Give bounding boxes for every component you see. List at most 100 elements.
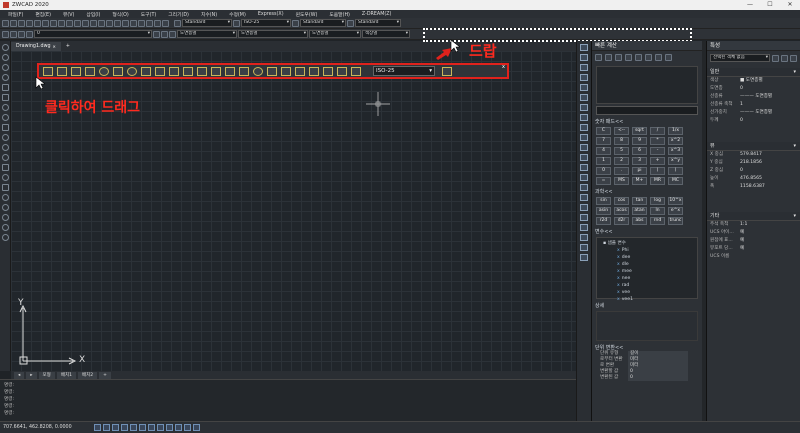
calc-key[interactable]: .	[614, 167, 629, 175]
properties-icon[interactable]	[130, 19, 137, 27]
text-icon[interactable]	[2, 154, 9, 161]
zoom-previous-icon[interactable]	[122, 19, 129, 27]
jogged-dim-icon[interactable]	[113, 66, 123, 76]
calc-key[interactable]: 6	[632, 147, 647, 155]
menu-item[interactable]: 파일(F)	[2, 11, 29, 18]
calc-key[interactable]: *	[650, 137, 665, 145]
property-row[interactable]: 높이 476.8565	[707, 175, 800, 183]
undo-icon[interactable]	[82, 19, 89, 27]
layout-tab[interactable]: 배치1	[56, 371, 76, 379]
color-select[interactable]: 도면층별	[177, 30, 237, 38]
calc-key[interactable]: sqrt	[632, 127, 647, 135]
calc-key[interactable]: x^3	[668, 147, 683, 155]
model-space-icon[interactable]	[174, 424, 182, 431]
history-icon[interactable]	[605, 54, 612, 61]
extend-icon[interactable]	[580, 144, 588, 151]
close-button[interactable]: ✕	[780, 0, 800, 10]
publish-icon[interactable]	[42, 19, 49, 27]
variables-header[interactable]: 변수<<	[592, 228, 702, 235]
calc-key[interactable]: +	[650, 157, 665, 165]
variable-item[interactable]: x mee	[597, 268, 697, 275]
calc-key[interactable]: x^y	[668, 157, 683, 165]
baseline-dim-icon[interactable]	[169, 66, 179, 76]
boundary-icon[interactable]	[2, 224, 9, 231]
fillet-icon[interactable]	[580, 184, 588, 191]
lineweight-icon[interactable]	[147, 424, 155, 431]
aligned-dim-icon[interactable]	[57, 66, 67, 76]
radius-dim-icon[interactable]	[99, 66, 109, 76]
calc-key[interactable]: 5	[614, 147, 629, 155]
edit-hatch-icon[interactable]	[580, 234, 588, 241]
menu-item[interactable]: 도움말(H)	[323, 11, 356, 18]
donut-icon[interactable]	[2, 214, 9, 221]
layout-tab[interactable]: 모형	[38, 371, 55, 379]
property-group-header[interactable]: 뷰	[707, 142, 800, 151]
calc-key[interactable]: /	[650, 127, 665, 135]
copy-icon[interactable]	[580, 54, 588, 61]
maximize-button[interactable]: ☐	[760, 0, 780, 10]
hatch-icon[interactable]	[2, 124, 9, 131]
edit-text-icon[interactable]	[580, 244, 588, 251]
calc-key[interactable]: 4	[596, 147, 611, 155]
layout-tab[interactable]: 배치2	[77, 371, 98, 379]
dim-break-icon[interactable]	[211, 66, 221, 76]
menu-item[interactable]: 윈도우(W)	[290, 11, 324, 18]
mirror-icon[interactable]	[580, 64, 588, 71]
polar-icon[interactable]	[120, 424, 128, 431]
calc-key[interactable]: (	[650, 167, 665, 175]
calc-key[interactable]: MS	[614, 177, 629, 185]
variable-group[interactable]: ▪ 샘플 변수	[597, 240, 697, 247]
rectangle-icon[interactable]	[2, 84, 9, 91]
scientific-header[interactable]: 과학<<	[592, 188, 702, 195]
pedit-icon[interactable]	[580, 224, 588, 231]
calc-key[interactable]: 8	[614, 137, 629, 145]
calc-key[interactable]: abs	[632, 217, 647, 225]
property-row[interactable]: 뷰포트 당... 예	[707, 245, 800, 253]
calc-key[interactable]: d2r	[614, 217, 629, 225]
angular-dim-icon[interactable]	[141, 66, 151, 76]
stretch-icon[interactable]	[580, 124, 588, 131]
dim-update-icon[interactable]	[323, 66, 333, 76]
otrack-icon[interactable]	[138, 424, 146, 431]
offset-icon[interactable]	[580, 74, 588, 81]
calc-key[interactable]: r2d	[596, 217, 611, 225]
zoom-window-icon[interactable]	[114, 19, 121, 27]
numpad-header[interactable]: 숫자 패드<<	[592, 118, 702, 125]
mleader-style-select[interactable]: Standard	[355, 19, 401, 27]
point-icon[interactable]	[2, 144, 9, 151]
insert-icon[interactable]	[2, 174, 9, 181]
calc-key[interactable]: 1/x	[668, 127, 683, 135]
spline-icon[interactable]	[2, 114, 9, 121]
angle-icon[interactable]	[635, 54, 642, 61]
make-current-icon[interactable]	[153, 30, 160, 38]
jogged-linear-icon[interactable]	[281, 66, 291, 76]
calc-key[interactable]: x^2	[668, 137, 683, 145]
calc-key[interactable]: asin	[596, 207, 611, 215]
close-icon[interactable]: x	[502, 64, 505, 70]
print-icon[interactable]	[26, 19, 33, 27]
layout-tab[interactable]: ▸	[26, 371, 37, 379]
calc-key[interactable]: 0	[596, 167, 611, 175]
property-row[interactable]: 도면층 0	[707, 85, 800, 93]
erase-icon[interactable]	[580, 44, 588, 51]
diameter-dim-icon[interactable]	[127, 66, 137, 76]
calc-key[interactable]: <--	[614, 127, 629, 135]
minimize-button[interactable]: —	[740, 0, 760, 10]
layout-tab[interactable]: +	[99, 371, 111, 379]
calc-key[interactable]: ln	[650, 207, 665, 215]
property-row[interactable]: 선종류 ——— 도면층별	[707, 93, 800, 101]
selection-cycling-icon[interactable]	[165, 424, 173, 431]
linetype-select[interactable]: 도면층별	[238, 30, 308, 38]
get-coordinates-icon[interactable]	[615, 54, 622, 61]
select-objects-icon[interactable]	[781, 54, 788, 62]
calc-key[interactable]: 9	[632, 137, 647, 145]
menu-item[interactable]: 치수(N)	[195, 11, 223, 18]
redo-icon[interactable]	[90, 19, 97, 27]
property-row[interactable]: Z 중심 0	[707, 167, 800, 175]
selection-select[interactable]: 선택된 객체 없음	[710, 54, 770, 62]
zoom-realtime-icon[interactable]	[106, 19, 113, 27]
move-icon[interactable]	[580, 94, 588, 101]
osnap-icon[interactable]	[129, 424, 137, 431]
menu-item[interactable]: 삽입(I)	[80, 11, 106, 18]
calc-input[interactable]	[596, 106, 698, 115]
